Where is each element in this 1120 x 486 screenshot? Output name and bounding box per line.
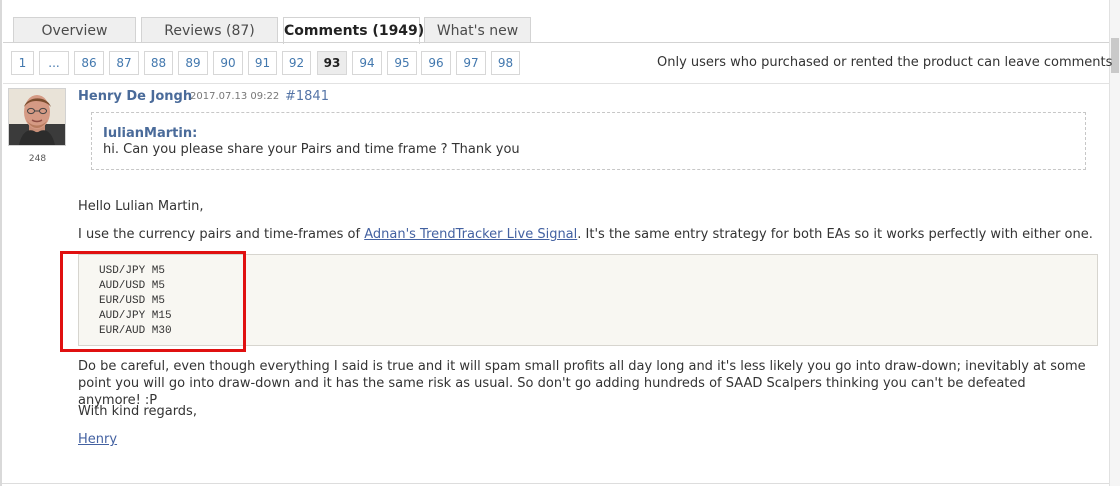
comments-page: Overview Reviews (87) Comments (1949) Wh… [0,0,1120,486]
quoted-text: hi. Can you please share your Pairs and … [103,142,520,157]
page-button[interactable]: 89 [178,51,208,75]
currency-pairs-code-block: USD/JPY M5 AUD/USD M5 EUR/USD M5 AUD/JPY… [78,254,1098,346]
code-line: EUR/USD M5 [99,295,166,307]
current-page-button: 93 [317,51,347,75]
tab-comments[interactable]: Comments (1949) [283,17,424,44]
page-button[interactable]: 90 [213,51,243,75]
tab-overview[interactable]: Overview [13,17,136,43]
code-line: EUR/AUD M30 [99,325,172,337]
left-page-border [0,0,2,486]
page-button[interactable]: 87 [109,51,139,75]
page-button[interactable]: 88 [144,51,173,75]
page-button[interactable]: 95 [387,51,417,75]
closing-text: With kind regards, [78,404,197,419]
page-button[interactable]: 86 [74,51,104,75]
page-button-ellipsis[interactable]: ... [39,51,69,75]
signature-link[interactable]: Henry [78,431,117,448]
page-button[interactable]: 97 [456,51,486,75]
code-line: AUD/USD M5 [99,280,166,292]
scrollbar-thumb[interactable] [1111,38,1119,73]
code-line: USD/JPY M5 [99,265,166,277]
comment-permalink[interactable]: #1841 [285,88,329,105]
page-button[interactable]: 92 [282,51,311,75]
page-button[interactable]: 94 [352,51,382,75]
greeting-text: Hello Lulian Martin, [78,199,204,214]
trendtracker-signal-link[interactable]: Adnan's TrendTracker Live Signal [364,227,577,242]
tab-whats-new[interactable]: What's new [424,17,531,43]
intro-after-link: . It's the same entry strategy for both … [577,227,1093,242]
page-button[interactable]: 1 [11,51,34,75]
user-rating: 248 [28,154,47,164]
code-line: AUD/JPY M15 [99,310,172,322]
tab-reviews[interactable]: Reviews (87) [141,17,278,43]
tab-bar-divider [3,42,1109,43]
comment-date: 2017.07.13 09:22 [190,91,280,102]
page-button[interactable]: 98 [491,51,520,75]
page-button[interactable]: 96 [421,51,451,75]
signal-reference-text: I use the currency pairs and time-frames… [78,226,1093,243]
risk-warning-paragraph: Do be careful, even though everything I … [78,359,1086,408]
intro-before-link: I use the currency pairs and time-frames… [78,227,365,242]
page-button[interactable]: 91 [248,51,277,75]
quoted-comment: IulianMartin: hi. Can you please share y… [91,112,1086,170]
purchase-requirement-note: Only users who purchased or rented the p… [657,55,1113,70]
user-avatar-icon[interactable] [8,88,66,146]
quoted-author[interactable]: IulianMartin: [103,125,197,142]
comment-author[interactable]: Henry De Jongh [78,88,192,105]
comment-separator [3,83,1109,84]
bottom-border [2,483,1109,484]
